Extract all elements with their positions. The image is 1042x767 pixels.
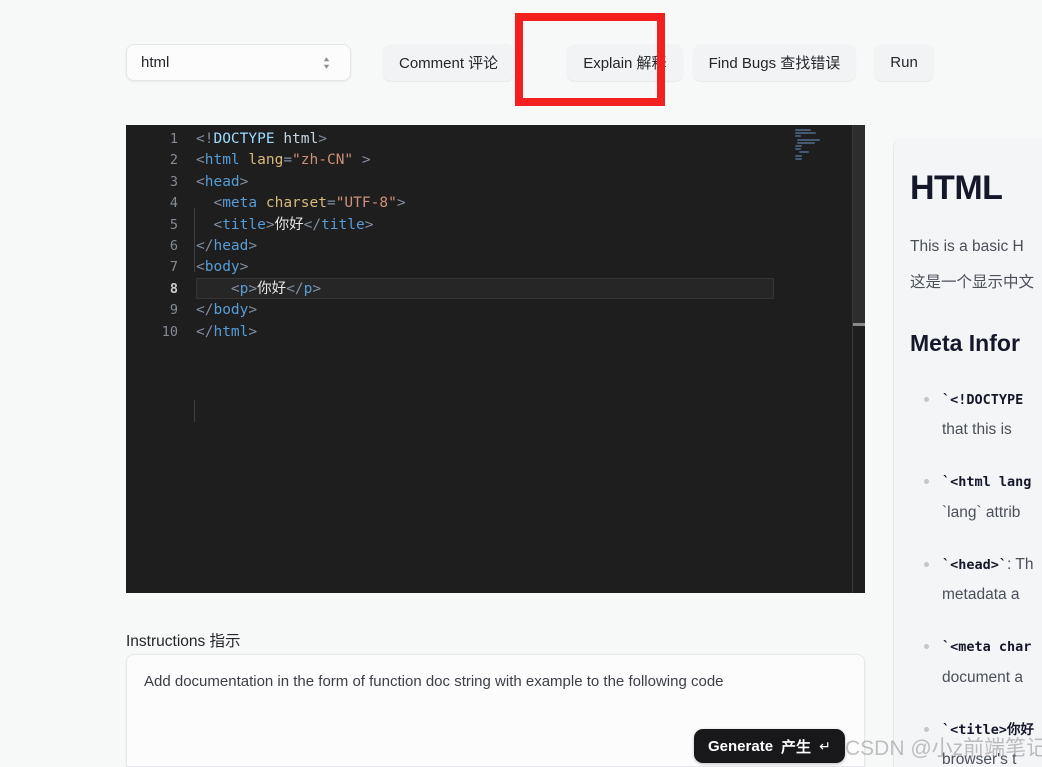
output-list-item: `<html lang `lang` attrib: [910, 467, 1042, 527]
output-list: `<!DOCTYPE that this is `<html lang `lang` …: [910, 385, 1042, 767]
code-line-text: <title>你好</title>: [196, 216, 374, 233]
minimap-line: [797, 138, 821, 141]
minimap-line: [797, 141, 816, 144]
minimap-line: [799, 151, 809, 154]
editor-minimap[interactable]: [793, 125, 851, 593]
code-lines[interactable]: 1 <!DOCTYPE html> 2 <html lang="zh-CN" > 3 <h…: [126, 129, 776, 343]
code-line-text: <head>: [196, 173, 249, 190]
generate-button[interactable]: Generate 产生 ↵: [694, 729, 845, 763]
minimap-line: [795, 148, 802, 151]
code-line-text: <!DOCTYPE html>: [196, 131, 327, 147]
line-number: 4: [169, 195, 178, 212]
minimap-line: [795, 157, 803, 160]
code-line[interactable]: 9 </body>: [126, 300, 776, 321]
code-line[interactable]: 5 <title>你好</title>: [126, 215, 776, 236]
inline-code: `<title>你好: [942, 721, 1035, 738]
code-line[interactable]: 3 <head>: [126, 172, 776, 193]
code-line-text: </html>: [196, 323, 258, 340]
code-editor[interactable]: 1 <!DOCTYPE html> 2 <html lang="zh-CN" > 3 <h…: [126, 125, 865, 593]
line-number: 5: [169, 216, 178, 233]
line-number: 3: [169, 173, 178, 190]
run-button[interactable]: Run: [874, 44, 934, 81]
minimap-line: [795, 132, 816, 135]
minimap-line: [795, 129, 811, 131]
editor-scrollbar[interactable]: [852, 125, 865, 593]
output-paragraph-en: This is a basic H: [910, 238, 1024, 255]
code-line[interactable]: 4 <meta charset="UTF-8">: [126, 193, 776, 214]
enter-key-icon: ↵: [819, 737, 831, 754]
inline-code: `<html lang: [942, 474, 1032, 491]
inline-code: `<!DOCTYPE: [942, 392, 1024, 408]
code-line-text: </head>: [196, 237, 258, 254]
inline-code: `<head>`: [942, 556, 1008, 573]
output-list-item: `<head>`: Th metadata a: [910, 550, 1042, 610]
code-line-text: <p>你好</p>: [196, 280, 322, 297]
language-select[interactable]: html: [126, 44, 351, 81]
output-list-item: `<title>你好 browser's t: [910, 715, 1042, 767]
line-number: 1: [169, 131, 178, 147]
code-line-text: <html lang="zh-CN" >: [196, 152, 371, 169]
inline-code: `<meta char: [942, 639, 1032, 656]
find-bugs-button[interactable]: Find Bugs 查找错误: [692, 44, 857, 81]
code-line[interactable]: 8 <p>你好</p>: [126, 277, 776, 300]
code-line-text: <body>: [196, 259, 249, 276]
line-number: 10: [161, 323, 178, 340]
line-number: 6: [169, 237, 178, 254]
instructions-label: Instructions 指示: [126, 633, 241, 650]
toolbar: html Comment 评论 Explain 解释 Find Bugs 查找错…: [126, 44, 934, 81]
minimap-line: [795, 135, 802, 138]
code-line[interactable]: 1 <!DOCTYPE html>: [126, 129, 776, 150]
output-heading: HTML: [910, 169, 1003, 207]
minimap-line: [795, 154, 803, 157]
instructions-value: Add documentation in the form of functio…: [144, 673, 724, 690]
minimap-line: [795, 145, 803, 147]
line-number: 2: [169, 152, 178, 169]
app-root: html Comment 评论 Explain 解释 Find Bugs 查找错…: [0, 0, 1042, 767]
scrollbar-marker: [853, 323, 865, 326]
code-line-text: <meta charset="UTF-8">: [196, 195, 406, 212]
code-line[interactable]: 2 <html lang="zh-CN" >: [126, 150, 776, 171]
line-number: 9: [169, 302, 178, 319]
chevron-up-down-icon: [321, 55, 332, 71]
output-paragraph-cn: 这是一个显示中文: [910, 274, 1035, 291]
language-select-value: html: [141, 54, 170, 71]
line-number: 7: [169, 259, 178, 276]
line-number: 8: [169, 280, 178, 297]
scrollbar-thumb[interactable]: [853, 125, 865, 325]
generate-label-cn: 产生: [781, 738, 812, 756]
explain-button[interactable]: Explain 解释: [567, 44, 683, 81]
comment-button[interactable]: Comment 评论: [383, 44, 515, 81]
generate-label-en: Generate: [708, 737, 774, 755]
code-line[interactable]: 7 <body>: [126, 257, 776, 278]
code-line[interactable]: 10 </html>: [126, 322, 776, 343]
output-panel: HTML This is a basic H 这是一个显示中文 Meta Inf…: [893, 138, 1042, 767]
output-list-item: `<meta char document a: [910, 632, 1042, 692]
code-line-text: </body>: [196, 302, 258, 319]
indent-guide: [194, 208, 195, 272]
code-line[interactable]: 6 </head>: [126, 236, 776, 257]
output-subheading: Meta Infor: [910, 330, 1020, 356]
output-list-item: `<!DOCTYPE that this is: [910, 385, 1042, 445]
indent-guide: [194, 400, 195, 422]
